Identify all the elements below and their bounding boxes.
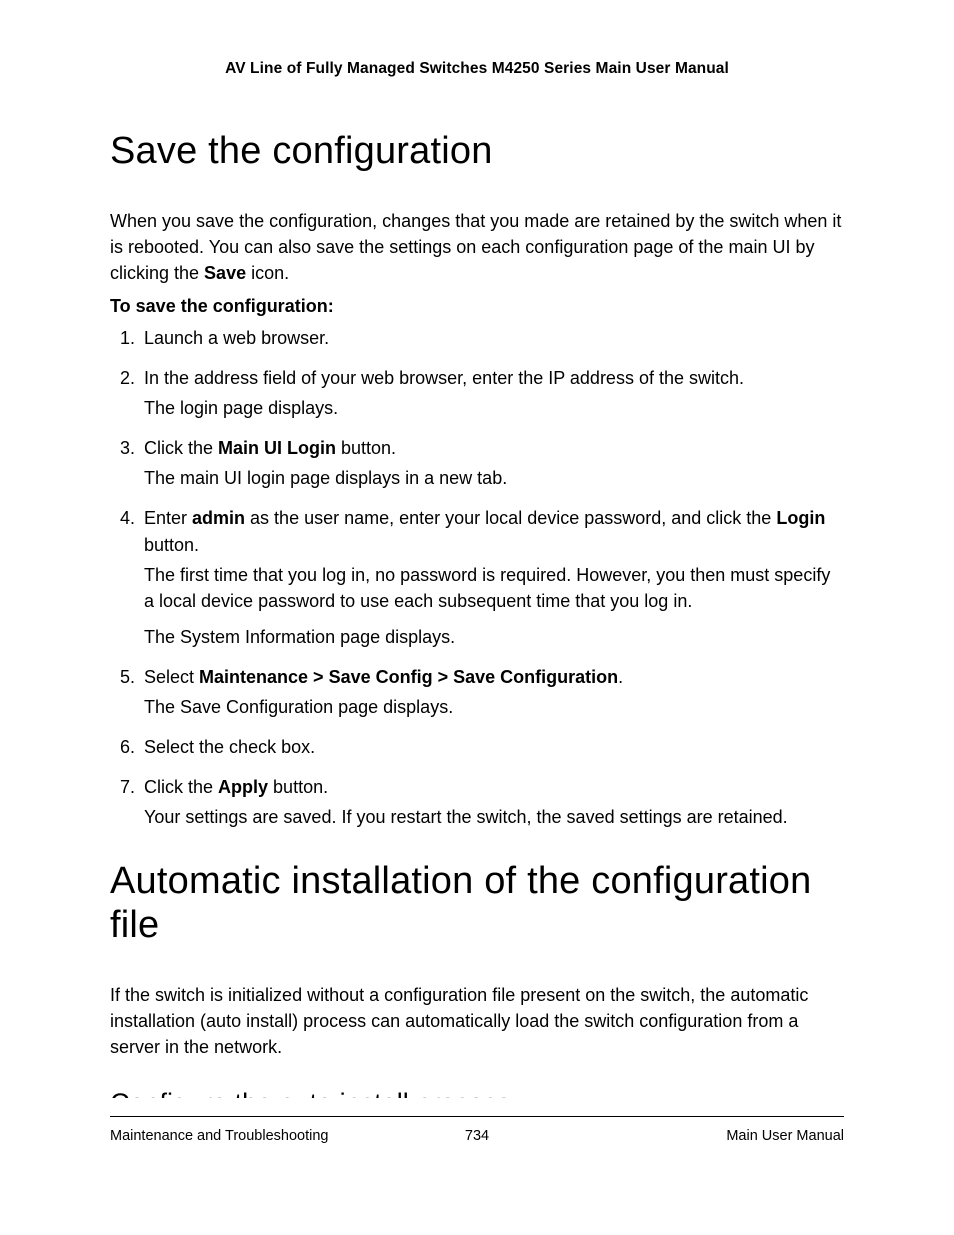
subsection-title-configure-auto-install: Configure the auto install process xyxy=(110,1088,844,1098)
section-title-save-config: Save the configuration xyxy=(110,130,844,174)
step-text: as the user name, enter your local devic… xyxy=(245,508,776,528)
page: AV Line of Fully Managed Switches M4250 … xyxy=(0,0,954,1235)
step-text: Click the xyxy=(144,777,218,797)
main-ui-login-label: Main UI Login xyxy=(218,438,336,458)
section1-intro: When you save the configuration, changes… xyxy=(110,208,844,286)
step-3: Click the Main UI Login button. The main… xyxy=(140,435,844,491)
menu-path-label: Maintenance > Save Config > Save Configu… xyxy=(199,667,618,687)
footer-rule xyxy=(110,1116,844,1117)
step-5: Select Maintenance > Save Config > Save … xyxy=(140,664,844,720)
step-sub: Your settings are saved. If you restart … xyxy=(144,804,844,830)
step-sub: The login page displays. xyxy=(144,395,844,421)
page-footer: Maintenance and Troubleshooting 734 Main… xyxy=(110,1127,844,1147)
step-text: button. xyxy=(144,535,199,555)
step-text: button. xyxy=(336,438,396,458)
step-sub: The System Information page displays. xyxy=(144,624,844,650)
step-2: In the address field of your web browser… xyxy=(140,365,844,421)
footer-right: Main User Manual xyxy=(619,1127,844,1147)
step-4: Enter admin as the user name, enter your… xyxy=(140,505,844,649)
step-6: Select the check box. xyxy=(140,734,844,760)
steps-list: Launch a web browser. In the address fie… xyxy=(110,325,844,830)
step-text: Select the check box. xyxy=(144,737,315,757)
text: icon. xyxy=(246,263,289,283)
footer-page-number: 734 xyxy=(335,1127,619,1147)
document-header: AV Line of Fully Managed Switches M4250 … xyxy=(110,60,844,78)
step-text: Enter xyxy=(144,508,192,528)
section2-intro: If the switch is initialized without a c… xyxy=(110,982,844,1060)
content-area: AV Line of Fully Managed Switches M4250 … xyxy=(110,60,844,1098)
step-text: Click the xyxy=(144,438,218,458)
step-text: button. xyxy=(268,777,328,797)
apply-label: Apply xyxy=(218,777,268,797)
step-text: Launch a web browser. xyxy=(144,328,329,348)
step-text: . xyxy=(618,667,623,687)
login-label: Login xyxy=(776,508,825,528)
step-7: Click the Apply button. Your settings ar… xyxy=(140,774,844,830)
step-sub: The main UI login page displays in a new… xyxy=(144,465,844,491)
save-icon-label: Save xyxy=(204,263,246,283)
step-1: Launch a web browser. xyxy=(140,325,844,351)
steps-heading: To save the configuration: xyxy=(110,296,844,317)
step-text: In the address field of your web browser… xyxy=(144,368,744,388)
step-text: Select xyxy=(144,667,199,687)
step-sub: The first time that you log in, no passw… xyxy=(144,562,844,614)
section-title-auto-install: Automatic installation of the configurat… xyxy=(110,860,844,947)
footer-left: Maintenance and Troubleshooting xyxy=(110,1127,335,1147)
step-sub: The Save Configuration page displays. xyxy=(144,694,844,720)
admin-label: admin xyxy=(192,508,245,528)
